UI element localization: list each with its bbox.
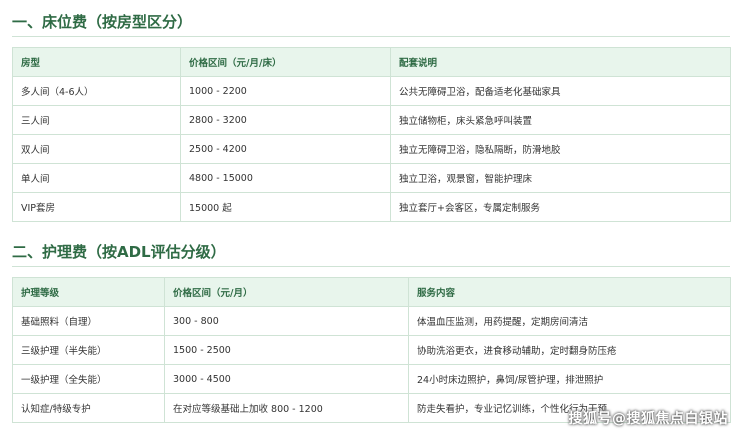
section-divider	[12, 36, 730, 37]
service-content-cell: 体温血压监测，用药提醒，定期房间清洁	[408, 306, 731, 336]
care-level-cell: 三级护理（半失能）	[12, 335, 165, 365]
table-header-row: 房型 价格区间（元/月/床） 配套说明	[12, 47, 731, 77]
table-row: 三人间 2800 - 3200 独立储物柜，床头紧急呼叫装置	[12, 105, 731, 135]
description-cell: 独立卫浴，观景窗，智能护理床	[390, 163, 731, 193]
room-type-cell: VIP套房	[12, 192, 181, 222]
column-header-price-range: 价格区间（元/月）	[164, 277, 409, 307]
bed-fee-table: 房型 价格区间（元/月/床） 配套说明 多人间（4-6人） 1000 - 220…	[12, 47, 731, 222]
table-row: 单人间 4800 - 15000 独立卫浴，观景窗，智能护理床	[12, 163, 731, 193]
description-cell: 公共无障碍卫浴，配备适老化基础家具	[390, 76, 731, 106]
price-cell: 在对应等级基础上加收 800 - 1200	[164, 393, 409, 423]
table-row: 基础照料（自理） 300 - 800 体温血压监测，用药提醒，定期房间清洁	[12, 306, 731, 336]
price-cell: 15000 起	[180, 192, 391, 222]
price-cell: 3000 - 4500	[164, 364, 409, 394]
price-cell: 4800 - 15000	[180, 163, 391, 193]
table-header-row: 护理等级 价格区间（元/月） 服务内容	[12, 277, 731, 307]
price-cell: 2500 - 4200	[180, 134, 391, 164]
price-cell: 1500 - 2500	[164, 335, 409, 365]
column-header-care-level: 护理等级	[12, 277, 165, 307]
column-header-room-type: 房型	[12, 47, 181, 77]
table-row: 双人间 2500 - 4200 独立无障碍卫浴，隐私隔断，防滑地胶	[12, 134, 731, 164]
care-level-cell: 认知症/特级专护	[12, 393, 165, 423]
column-header-description: 配套说明	[390, 47, 731, 77]
service-content-cell: 24小时床边照护，鼻饲/尿管护理，排泄照护	[408, 364, 731, 394]
room-type-cell: 多人间（4-6人）	[12, 76, 181, 106]
table-row: 一级护理（全失能） 3000 - 4500 24小时床边照护，鼻饲/尿管护理，排…	[12, 364, 731, 394]
description-cell: 独立无障碍卫浴，隐私隔断，防滑地胶	[390, 134, 731, 164]
column-header-service-content: 服务内容	[408, 277, 731, 307]
description-cell: 独立套厅+会客区，专属定制服务	[390, 192, 731, 222]
care-level-cell: 基础照料（自理）	[12, 306, 165, 336]
price-cell: 1000 - 2200	[180, 76, 391, 106]
section-title-care-fee: 二、护理费（按ADL评估分级）	[12, 243, 226, 261]
room-type-cell: 三人间	[12, 105, 181, 135]
section-title-bed-fee: 一、床位费（按房型区分）	[12, 13, 193, 31]
section-divider	[12, 266, 730, 267]
table-row: VIP套房 15000 起 独立套厅+会客区，专属定制服务	[12, 192, 731, 222]
table-row: 多人间（4-6人） 1000 - 2200 公共无障碍卫浴，配备适老化基础家具	[12, 76, 731, 106]
description-cell: 独立储物柜，床头紧急呼叫装置	[390, 105, 731, 135]
price-cell: 300 - 800	[164, 306, 409, 336]
table-row: 三级护理（半失能） 1500 - 2500 协助洗浴更衣，进食移动辅助，定时翻身…	[12, 335, 731, 365]
room-type-cell: 双人间	[12, 134, 181, 164]
column-header-price-range: 价格区间（元/月/床）	[180, 47, 391, 77]
watermark: 搜狐号@搜狐焦点白银站	[568, 411, 728, 427]
service-content-cell: 协助洗浴更衣，进食移动辅助，定时翻身防压疮	[408, 335, 731, 365]
room-type-cell: 单人间	[12, 163, 181, 193]
care-fee-table: 护理等级 价格区间（元/月） 服务内容 基础照料（自理） 300 - 800 体…	[12, 277, 731, 423]
care-level-cell: 一级护理（全失能）	[12, 364, 165, 394]
price-cell: 2800 - 3200	[180, 105, 391, 135]
